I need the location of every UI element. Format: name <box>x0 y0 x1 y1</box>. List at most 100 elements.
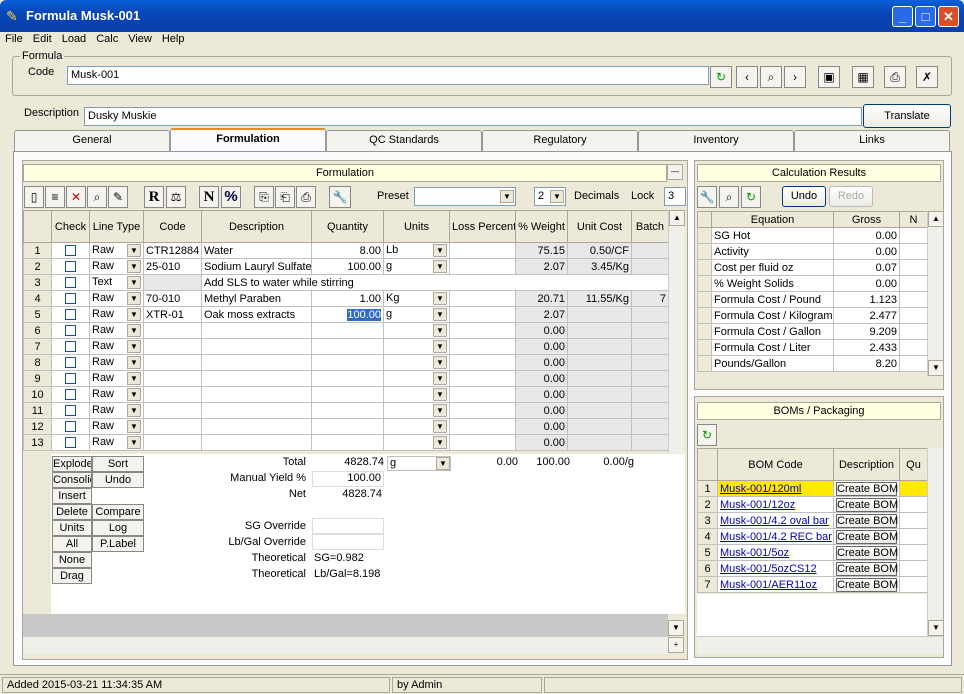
chevron-down-icon[interactable]: ▼ <box>127 244 141 257</box>
table-row[interactable]: 2 Raw ▼ 25-010 Sodium Lauryl Sulfate 100.00 g ▼… <box>23 258 669 275</box>
tab-general[interactable]: General <box>14 130 170 151</box>
all-button[interactable]: All <box>52 536 92 552</box>
print-icon[interactable]: ⎙ <box>884 66 906 88</box>
bom-description-cell[interactable]: Create BOM <box>833 576 900 593</box>
check-cell[interactable] <box>51 354 90 371</box>
tab-regulatory[interactable]: Regulatory <box>482 130 638 151</box>
table-row[interactable]: 5 Raw ▼ XTR-01 Oak moss extracts 100.00 g ▼ 2.07 <box>23 306 669 323</box>
chevron-down-icon[interactable]: ▼ <box>127 372 141 385</box>
minimize-button[interactable]: _ <box>892 6 913 27</box>
description-cell[interactable] <box>201 322 312 339</box>
scroll-down-icon[interactable]: ▼ <box>928 620 944 636</box>
bom-code-cell[interactable]: Musk-001/120ml <box>717 480 834 497</box>
description-cell[interactable] <box>201 434 312 451</box>
delete-button[interactable]: Delete <box>52 504 92 520</box>
table-row[interactable]: Pounds/Gallon 8.20 <box>697 355 928 372</box>
chevron-down-icon[interactable]: ▼ <box>127 308 141 321</box>
code-cell[interactable]: XTR-01 <box>143 306 202 323</box>
search-icon[interactable]: ⌕ <box>760 66 782 88</box>
table-row[interactable]: 6 Raw ▼ ▼ 0.00 <box>23 322 669 339</box>
table-row[interactable]: 12 Raw ▼ ▼ 0.00 <box>23 418 669 435</box>
loss-percent-cell[interactable] <box>449 370 516 387</box>
sort-button[interactable]: Sort <box>92 456 144 472</box>
chevron-down-icon[interactable]: ▼ <box>433 324 447 337</box>
table-row[interactable]: 3 Text ▼ Add SLS to water while stirring <box>23 274 669 291</box>
scroll-down-icon[interactable]: ▼ <box>928 360 944 376</box>
percent-icon[interactable]: % <box>221 186 241 208</box>
print-lines-icon[interactable]: ⎙ <box>296 186 316 208</box>
table-row[interactable]: 1 Musk-001/120ml Create BOM <box>697 480 928 497</box>
normalize-icon[interactable]: N <box>199 186 219 208</box>
code-cell[interactable] <box>143 402 202 419</box>
loss-percent-cell[interactable] <box>449 322 516 339</box>
table-row[interactable]: 9 Raw ▼ ▼ 0.00 <box>23 370 669 387</box>
code-cell[interactable]: 25-010 <box>143 258 202 275</box>
check-cell[interactable] <box>51 434 90 451</box>
col-header-quantity[interactable]: Quantity <box>311 210 384 243</box>
line-type-cell[interactable]: Raw ▼ <box>89 402 144 419</box>
description-cell[interactable]: Water <box>201 242 312 259</box>
table-row[interactable]: % Weight Solids 0.00 <box>697 275 928 292</box>
table-row[interactable]: 4 Musk-001/4.2 REC bar Create BOM <box>697 528 928 545</box>
line-type-cell[interactable]: Raw ▼ <box>89 434 144 451</box>
table-row[interactable]: 5 Musk-001/5oz Create BOM <box>697 544 928 561</box>
description-cell[interactable] <box>201 338 312 355</box>
boms-vscroll[interactable]: ▼ <box>927 448 944 636</box>
bom-code-link[interactable]: Musk-001/4.2 oval bar <box>720 515 829 527</box>
close-button[interactable]: ✕ <box>938 6 959 27</box>
col-header--weight[interactable]: % Weight <box>515 210 568 243</box>
bom-qty-cell[interactable] <box>899 528 928 545</box>
loss-percent-cell[interactable] <box>449 306 516 323</box>
quantity-cell[interactable]: 1.00 <box>311 290 384 307</box>
insert-button[interactable]: Insert <box>52 488 92 504</box>
loss-percent-cell[interactable] <box>449 290 516 307</box>
scale-icon[interactable]: ⚖ <box>166 186 186 208</box>
bom-qty-cell[interactable] <box>899 512 928 529</box>
col-header-check[interactable]: Check <box>51 210 90 243</box>
row-checkbox[interactable] <box>65 389 76 401</box>
code-cell[interactable]: CTR12884 <box>143 242 202 259</box>
description-cell[interactable] <box>201 370 312 387</box>
table-row[interactable]: Activity 0.00 <box>697 243 928 260</box>
line-type-cell[interactable]: Raw ▼ <box>89 242 144 259</box>
create-bom-button[interactable]: Create BOM <box>836 481 898 496</box>
insert-line-icon[interactable]: ≡ <box>45 186 65 208</box>
line-type-cell[interactable]: Raw ▼ <box>89 258 144 275</box>
table-row[interactable]: Formula Cost / Liter 2.433 <box>697 339 928 356</box>
bom-qty-cell[interactable] <box>899 576 928 593</box>
row-checkbox[interactable] <box>65 293 76 305</box>
menu-view[interactable]: View <box>123 32 157 46</box>
code-cell[interactable] <box>143 338 202 355</box>
bom-qty-cell[interactable] <box>899 480 928 497</box>
manual-yield-input[interactable]: 100.00 <box>312 471 384 487</box>
loss-percent-cell[interactable] <box>449 338 516 355</box>
description-cell[interactable] <box>201 418 312 435</box>
check-cell[interactable] <box>51 370 90 387</box>
description-cell[interactable] <box>201 386 312 403</box>
code-cell[interactable] <box>143 370 202 387</box>
table-row[interactable]: 13 Raw ▼ ▼ 0.00 <box>23 434 669 451</box>
quantity-cell[interactable]: 8.00 <box>311 242 384 259</box>
quantity-cell[interactable] <box>311 418 384 435</box>
table-row[interactable]: SG Hot 0.00 <box>697 227 928 244</box>
loss-percent-cell[interactable] <box>449 258 516 275</box>
row-checkbox[interactable] <box>65 277 76 289</box>
table-row[interactable]: 11 Raw ▼ ▼ 0.00 <box>23 402 669 419</box>
chevron-down-icon[interactable]: ▼ <box>127 340 141 353</box>
formulation-hscroll[interactable] <box>23 636 668 654</box>
add-icon[interactable]: + <box>668 637 684 653</box>
loss-percent-cell[interactable] <box>449 386 516 403</box>
chevron-down-icon[interactable]: ▼ <box>127 276 141 289</box>
quantity-cell[interactable] <box>311 386 384 403</box>
chevron-down-icon[interactable]: ▼ <box>433 420 447 433</box>
units-cell[interactable]: Lb ▼ <box>383 242 450 259</box>
save-icon[interactable]: ▣ <box>818 66 840 88</box>
bom-code-link[interactable]: Musk-001/120ml <box>720 483 801 495</box>
recalc-icon[interactable]: R <box>144 186 164 208</box>
bom-description-cell[interactable]: Create BOM <box>833 512 900 529</box>
chevron-down-icon[interactable]: ▼ <box>433 260 447 273</box>
col-header-unit-cost[interactable]: Unit Cost <box>567 210 632 243</box>
bom-description-cell[interactable]: Create BOM <box>833 544 900 561</box>
chevron-down-icon[interactable]: ▼ <box>127 404 141 417</box>
row-checkbox[interactable] <box>65 325 76 337</box>
